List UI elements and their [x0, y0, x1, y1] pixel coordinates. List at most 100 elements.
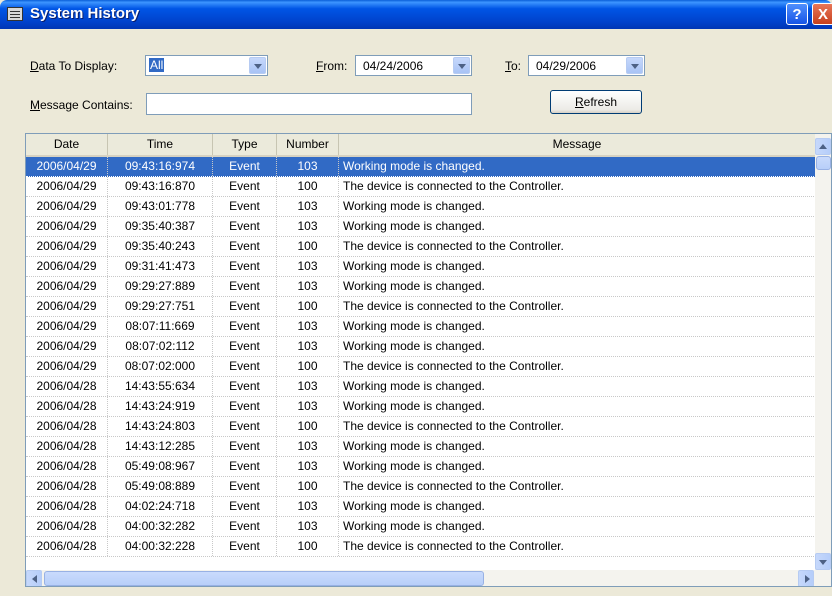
column-header-type[interactable]: Type	[213, 134, 277, 155]
table-row[interactable]: 2006/04/28 04:00:32:228 Event 100 The device…	[26, 537, 816, 557]
table-row[interactable]: 2006/04/28 05:49:08:967 Event 103 Working mo…	[26, 457, 816, 477]
cell-message: Working mode is changed.	[343, 319, 485, 333]
cell-message: Working mode is changed.	[343, 439, 485, 453]
cell-number: 100	[277, 237, 339, 256]
cell-time: 14:43:24:919	[108, 397, 213, 416]
column-header-number[interactable]: Number	[277, 134, 339, 155]
cell-number: 103	[277, 517, 339, 536]
close-button[interactable]: X	[812, 3, 832, 25]
cell-message: The device is connected to the Controlle…	[343, 179, 564, 193]
cell-date: 2006/04/28	[26, 517, 108, 536]
cell-type: Event	[213, 177, 277, 196]
history-table[interactable]: Date Time Type Number Message 2006/04/29…	[25, 133, 832, 587]
cell-number: 103	[277, 457, 339, 476]
column-header-date[interactable]: Date	[26, 134, 108, 155]
cell-number: 100	[277, 537, 339, 556]
cell-time: 04:00:32:228	[108, 537, 213, 556]
cell-time: 09:29:27:751	[108, 297, 213, 316]
cell-type: Event	[213, 217, 277, 236]
chevron-down-icon[interactable]	[453, 57, 470, 74]
cell-message: The device is connected to the Controlle…	[343, 539, 564, 553]
table-row[interactable]: 2006/04/29 09:29:27:751 Event 100 The device…	[26, 297, 816, 317]
cell-number: 103	[277, 337, 339, 356]
cell-date: 2006/04/29	[26, 217, 108, 236]
cell-date: 2006/04/28	[26, 497, 108, 516]
table-row[interactable]: 2006/04/28 14:43:12:285 Event 103 Working mo…	[26, 437, 816, 457]
to-date-value: 04/29/2006	[536, 59, 597, 73]
cell-date: 2006/04/29	[26, 337, 108, 356]
from-date-picker[interactable]: 04/24/2006	[355, 55, 472, 76]
cell-number: 103	[277, 277, 339, 296]
table-row[interactable]: 2006/04/28 04:00:32:282 Event 103 Working mo…	[26, 517, 816, 537]
cell-date: 2006/04/29	[26, 317, 108, 336]
scroll-right-icon[interactable]	[798, 570, 814, 586]
message-contains-label: Message Contains:	[30, 98, 133, 112]
data-to-display-value: All	[149, 58, 165, 72]
cell-type: Event	[213, 397, 277, 416]
cell-date: 2006/04/28	[26, 417, 108, 436]
vertical-scrollbar[interactable]	[815, 134, 831, 570]
cell-time: 08:07:11:669	[108, 317, 213, 336]
scroll-left-icon[interactable]	[26, 570, 42, 586]
cell-message: The device is connected to the Controlle…	[343, 359, 564, 373]
cell-date: 2006/04/28	[26, 457, 108, 476]
cell-time: 09:31:41:473	[108, 257, 213, 276]
cell-number: 103	[277, 497, 339, 516]
cell-date: 2006/04/28	[26, 377, 108, 396]
horizontal-scrollbar[interactable]	[26, 570, 831, 586]
cell-date: 2006/04/29	[26, 277, 108, 296]
cell-date: 2006/04/28	[26, 537, 108, 556]
table-row[interactable]: 2006/04/28 05:49:08:889 Event 100 The device…	[26, 477, 816, 497]
chevron-down-icon[interactable]	[249, 57, 266, 74]
table-row[interactable]: 2006/04/29 09:31:41:473 Event 103 Working mo…	[26, 257, 816, 277]
horizontal-scroll-thumb[interactable]	[44, 571, 484, 586]
cell-number: 103	[277, 437, 339, 456]
cell-number: 103	[277, 197, 339, 216]
table-row[interactable]: 2006/04/29 09:35:40:243 Event 100 The device…	[26, 237, 816, 257]
column-header-time[interactable]: Time	[108, 134, 213, 155]
to-date-picker[interactable]: 04/29/2006	[528, 55, 645, 76]
table-row[interactable]: 2006/04/28 14:43:24:919 Event 103 Working mo…	[26, 397, 816, 417]
column-header-message[interactable]: Message	[339, 134, 816, 155]
table-row[interactable]: 2006/04/29 08:07:02:112 Event 103 Working mo…	[26, 337, 816, 357]
cell-number: 100	[277, 477, 339, 496]
refresh-button[interactable]: Refresh	[550, 90, 642, 114]
table-row[interactable]: 2006/04/28 14:43:24:803 Event 100 The device…	[26, 417, 816, 437]
vertical-scroll-thumb[interactable]	[816, 156, 831, 170]
cell-date: 2006/04/29	[26, 237, 108, 256]
cell-number: 103	[277, 397, 339, 416]
cell-message: Working mode is changed.	[343, 399, 485, 413]
scroll-up-icon[interactable]	[815, 138, 831, 155]
cell-date: 2006/04/29	[26, 197, 108, 216]
from-label: From:	[316, 59, 348, 73]
cell-type: Event	[213, 297, 277, 316]
cell-number: 100	[277, 417, 339, 436]
table-row[interactable]: 2006/04/29 09:35:40:387 Event 103 Working mo…	[26, 217, 816, 237]
cell-date: 2006/04/28	[26, 477, 108, 496]
table-row[interactable]: 2006/04/29 08:07:02:000 Event 100 The device…	[26, 357, 816, 377]
table-row[interactable]: 2006/04/28 14:43:55:634 Event 103 Working mo…	[26, 377, 816, 397]
message-contains-input[interactable]	[146, 93, 472, 115]
cell-type: Event	[213, 537, 277, 556]
table-row[interactable]: 2006/04/29 09:43:16:870 Event 100 The device…	[26, 177, 816, 197]
table-row[interactable]: 2006/04/29 09:43:01:778 Event 103 Working mo…	[26, 197, 816, 217]
table-row[interactable]: 2006/04/29 09:29:27:889 Event 103 Working mo…	[26, 277, 816, 297]
title-bar[interactable]: System History ? X	[0, 0, 832, 29]
table-row[interactable]: 2006/04/29 09:43:16:974 Event 103 Working mo…	[26, 157, 816, 177]
cell-message: The device is connected to the Controlle…	[343, 299, 564, 313]
chevron-down-icon[interactable]	[626, 57, 643, 74]
cell-date: 2006/04/29	[26, 357, 108, 376]
table-row[interactable]: 2006/04/29 08:07:11:669 Event 103 Working mo…	[26, 317, 816, 337]
cell-time: 09:29:27:889	[108, 277, 213, 296]
cell-number: 100	[277, 177, 339, 196]
data-to-display-combo[interactable]: All	[145, 55, 268, 76]
help-button[interactable]: ?	[786, 3, 808, 25]
table-row[interactable]: 2006/04/28 04:02:24:718 Event 103 Working mo…	[26, 497, 816, 517]
scroll-down-icon[interactable]	[815, 553, 831, 570]
cell-time: 09:35:40:387	[108, 217, 213, 236]
cell-date: 2006/04/29	[26, 177, 108, 196]
system-history-window: System History ? X Data To Display: All …	[0, 0, 832, 596]
cell-number: 103	[277, 217, 339, 236]
cell-date: 2006/04/29	[26, 157, 108, 176]
cell-date: 2006/04/28	[26, 437, 108, 456]
